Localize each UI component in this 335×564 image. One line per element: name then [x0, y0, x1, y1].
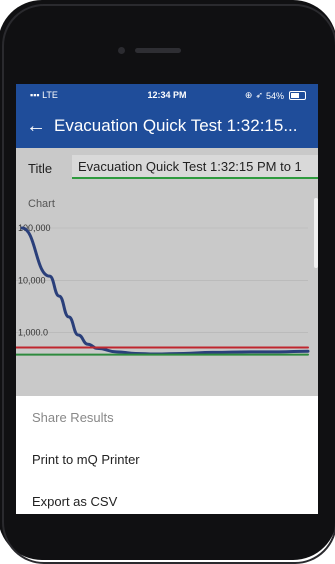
back-arrow-icon[interactable]: ← — [26, 114, 46, 138]
y-tick-label: 1,000.0 — [18, 328, 48, 338]
chart-svg: 100,00010,0001,000.0 — [16, 223, 310, 356]
pressure-series-line — [20, 226, 310, 356]
orientation-lock-icon: ⊕ — [244, 90, 253, 100]
page-title: Evacuation Quick Test 1:32:15... — [54, 116, 298, 135]
share-sheet-header: Share Results — [32, 410, 114, 425]
chart-area: Chart 100,000 10,000 1,000.0 — [16, 188, 318, 396]
front-camera — [118, 47, 125, 54]
status-right: ⊕ ➶ 54% — [245, 90, 306, 101]
location-icon: ➶ — [255, 90, 263, 100]
title-input[interactable]: Evacuation Quick Test 1:32:15 PM to 1 — [72, 155, 318, 179]
phone-screen: ▪▪▪ LTE 12:34 PM ⊕ ➶ 54% ← Evacuation Qu… — [16, 84, 318, 514]
battery-percent: 54% — [265, 90, 284, 101]
share-sheet: Share Results Print to mQ Printer Export… — [16, 396, 318, 514]
app-bar: ▪▪▪ LTE 12:34 PM ⊕ ➶ 54% ← Evacuation Qu… — [16, 84, 318, 148]
battery-icon — [289, 91, 306, 100]
phone-frame: ▪▪▪ LTE 12:34 PM ⊕ ➶ 54% ← Evacuation Qu… — [0, 0, 335, 564]
y-tick-label: 10,000 — [18, 275, 46, 285]
title-label: Title — [28, 161, 53, 176]
earpiece-speaker — [135, 48, 181, 53]
title-row: Title Evacuation Quick Test 1:32:15 PM t… — [16, 148, 318, 188]
export-csv-option[interactable]: Export as CSV — [32, 494, 117, 509]
print-to-printer-option[interactable]: Print to mQ Printer — [32, 452, 140, 467]
